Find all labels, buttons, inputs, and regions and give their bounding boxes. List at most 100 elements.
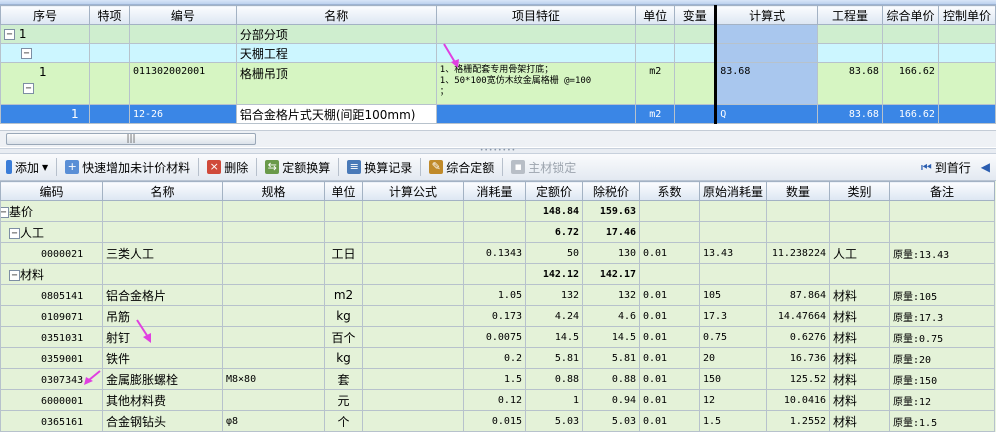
variable-cell[interactable] [674, 62, 718, 105]
horizontal-scrollbar[interactable]: ||| [0, 130, 996, 147]
quota-price-cell[interactable]: 1 [525, 389, 583, 411]
seq-cell[interactable]: − [0, 43, 90, 63]
code-cell[interactable]: − 基价 [0, 200, 103, 222]
col-header-special[interactable]: 特项 [88, 5, 130, 25]
unit-cell[interactable]: m2 [635, 104, 676, 124]
selected-table-row[interactable]: 1 12-26 铝合金格片式天棚(间距100mm) m2 Q 83.68 166… [0, 104, 996, 124]
col-header-unit[interactable]: 单位 [635, 5, 676, 25]
unit-cell[interactable]: 套 [324, 368, 363, 390]
formula-cell[interactable] [362, 326, 464, 348]
consume-cell[interactable]: 1.5 [463, 368, 526, 390]
name-cell[interactable]: 金属膨胀螺栓 [102, 368, 223, 390]
col-header-seq[interactable]: 序号 [0, 5, 90, 25]
convert-record-button[interactable]: ≡ 换算记录 [341, 156, 418, 178]
special-cell[interactable] [88, 24, 130, 44]
code-cell[interactable]: 0805141 [0, 284, 103, 306]
col-header-quota-price[interactable]: 定额价 [525, 181, 583, 201]
coef-cell[interactable] [639, 263, 700, 285]
quota-price-cell[interactable]: 132 [525, 284, 583, 306]
spec-cell[interactable] [222, 242, 325, 264]
formula-cell[interactable] [362, 284, 464, 306]
category-cell[interactable]: 材料 [829, 368, 891, 390]
category-cell[interactable]: 人工 [829, 242, 891, 264]
col-header-category[interactable]: 类别 [829, 181, 891, 201]
taxfree-price-cell[interactable]: 4.6 [582, 305, 640, 327]
spec-cell[interactable] [222, 263, 325, 285]
orig-consume-cell[interactable]: 1.5 [698, 410, 768, 432]
unit-cell[interactable]: m2 [324, 284, 363, 306]
spec-cell[interactable] [222, 326, 325, 348]
group-row[interactable]: − 材料 142.12 142.17 [0, 263, 996, 285]
col-header-orig-consume[interactable]: 原始消耗量 [698, 181, 768, 201]
coef-cell[interactable]: 0.01 [639, 242, 700, 264]
price-cell[interactable] [881, 43, 939, 63]
table-row[interactable]: 6000001 其他材料费 元 0.12 1 0.94 0.01 12 10.0416 材料 原量:… [0, 389, 996, 411]
consume-cell[interactable] [463, 263, 526, 285]
name-cell[interactable]: 分部分项 [235, 24, 437, 44]
name-cell[interactable] [102, 221, 223, 243]
amount-cell[interactable]: 10.0416 [766, 389, 831, 411]
price-cell[interactable]: 166.62 [881, 62, 939, 105]
col-header-note[interactable]: 备注 [889, 181, 996, 201]
coef-cell[interactable]: 0.01 [639, 368, 700, 390]
coef-cell[interactable]: 0.01 [639, 347, 700, 369]
table-row[interactable]: 0365161 合金钢钻头 φ8 个 0.015 5.03 5.03 0.01 1.5 1.255… [0, 410, 996, 432]
note-cell[interactable]: 原量:105 [889, 284, 996, 306]
taxfree-price-cell[interactable]: 17.46 [582, 221, 640, 243]
delete-button[interactable]: × 删除 [201, 156, 254, 178]
group-row[interactable]: − 基价 148.84 159.63 [0, 200, 996, 222]
consume-cell[interactable] [463, 221, 526, 243]
name-cell[interactable]: 其他材料费 [102, 389, 223, 411]
consume-cell[interactable]: 0.2 [463, 347, 526, 369]
consume-cell[interactable]: 0.015 [463, 410, 526, 432]
price-cell[interactable] [881, 24, 939, 44]
quota-price-cell[interactable]: 50 [525, 242, 583, 264]
name-cell[interactable]: 格栅吊顶 [235, 62, 437, 105]
code-cell[interactable]: 0351031 [0, 326, 103, 348]
table-row[interactable]: 0359001 铁件 kg 0.2 5.81 5.81 0.01 20 16.736 材料 原量:2… [0, 347, 996, 369]
scrollbar-thumb[interactable]: ||| [6, 133, 256, 145]
code-cell[interactable]: 12-26 [128, 104, 237, 124]
note-cell[interactable]: 原量:12 [889, 389, 996, 411]
quota-price-cell[interactable]: 5.03 [525, 410, 583, 432]
table-row[interactable]: 0109071 吊筋 kg 0.173 4.24 4.6 0.01 17.3 14.47664 材… [0, 305, 996, 327]
category-cell[interactable]: 材料 [829, 305, 891, 327]
code-cell[interactable]: 6000001 [0, 389, 103, 411]
name-cell[interactable] [102, 200, 223, 222]
special-cell[interactable] [88, 62, 130, 105]
col-header-spec[interactable]: 规格 [222, 181, 325, 201]
unit-cell[interactable]: kg [324, 305, 363, 327]
formula-cell[interactable]: 83.68 [715, 62, 819, 105]
amount-cell[interactable]: 11.238224 [766, 242, 831, 264]
formula-cell[interactable] [362, 221, 464, 243]
amount-cell[interactable]: 0.6276 [766, 326, 831, 348]
name-cell[interactable]: 吊筋 [102, 305, 223, 327]
spec-cell[interactable] [222, 389, 325, 411]
collapse-toggle-icon[interactable]: − [23, 83, 34, 94]
special-cell[interactable] [88, 104, 130, 124]
spec-cell[interactable] [222, 284, 325, 306]
taxfree-price-cell[interactable]: 0.94 [582, 389, 640, 411]
unit-cell[interactable]: 元 [324, 389, 363, 411]
orig-consume-cell[interactable]: 12 [698, 389, 768, 411]
prev-row-icon[interactable]: ◀ [981, 160, 990, 174]
category-cell[interactable] [829, 200, 891, 222]
note-cell[interactable]: 原量:20 [889, 347, 996, 369]
formula-cell[interactable] [362, 347, 464, 369]
quota-price-cell[interactable]: 5.81 [525, 347, 583, 369]
col-header-variable[interactable]: 变量 [674, 5, 718, 25]
taxfree-price-cell[interactable]: 159.63 [582, 200, 640, 222]
name-cell[interactable]: 铁件 [102, 347, 223, 369]
amount-cell[interactable]: 87.864 [766, 284, 831, 306]
name-cell[interactable]: 铝合金格片式天棚(间距100mm) [235, 104, 437, 124]
ctrl-cell[interactable] [937, 104, 996, 124]
formula-cell[interactable] [362, 200, 464, 222]
unit-cell[interactable]: 个 [324, 410, 363, 432]
orig-consume-cell[interactable]: 20 [698, 347, 768, 369]
unit-cell[interactable]: m2 [635, 62, 676, 105]
spec-cell[interactable] [222, 221, 325, 243]
code-cell[interactable]: 0109071 [0, 305, 103, 327]
name-cell[interactable]: 射钉 [102, 326, 223, 348]
quota-price-cell[interactable]: 148.84 [525, 200, 583, 222]
name-cell[interactable] [102, 263, 223, 285]
